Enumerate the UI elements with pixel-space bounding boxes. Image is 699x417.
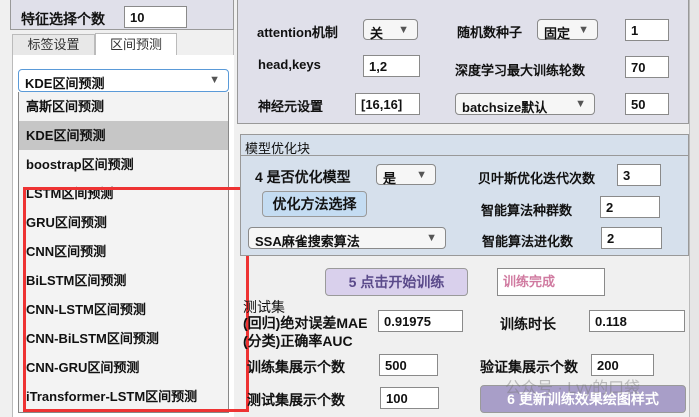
chevron-down-icon: ▼ bbox=[578, 24, 589, 36]
interval-method-select[interactable]: KDE区间预测 ▼ bbox=[18, 69, 229, 92]
optimize-select[interactable]: 是 ▼ bbox=[376, 164, 436, 186]
epochs-input[interactable]: 70 bbox=[625, 56, 669, 78]
headkeys-label: head,keys bbox=[258, 57, 321, 72]
batchsize-select[interactable]: batchsize默认 ▼ bbox=[455, 93, 595, 115]
batchsize-input[interactable]: 50 bbox=[625, 93, 669, 115]
highlight-box bbox=[23, 187, 249, 412]
scrollbar[interactable] bbox=[689, 0, 699, 417]
feature-count-label: 特征选择个数 bbox=[21, 11, 105, 27]
population-label: 智能算法种群数 bbox=[481, 203, 573, 218]
generations-input[interactable]: 2 bbox=[601, 227, 662, 249]
training-time-label: 训练时长 bbox=[500, 316, 556, 332]
optimization-method-button[interactable]: 优化方法选择 bbox=[262, 191, 367, 217]
dropdown-option[interactable]: 高斯区间预测 bbox=[19, 92, 228, 121]
tab-label-settings[interactable]: 标签设置 bbox=[12, 34, 95, 56]
population-input[interactable]: 2 bbox=[600, 196, 660, 218]
chevron-down-icon: ▼ bbox=[416, 169, 427, 181]
epochs-label: 深度学习最大训练轮数 bbox=[455, 63, 586, 78]
left-panel: 特征选择个数 10 标签设置 区间预测 KDE区间预测 ▼ 高斯区间预测 KDE区… bbox=[0, 0, 249, 417]
tab-interval-prediction[interactable]: 区间预测 bbox=[95, 33, 177, 56]
seed-input[interactable]: 1 bbox=[625, 19, 669, 41]
neurons-label: 神经元设置 bbox=[258, 99, 324, 114]
watermark: 公众号 · Lvy的口袋 bbox=[505, 380, 641, 397]
seed-mode-value: 固定 bbox=[544, 26, 571, 41]
optimize-label: 4 是否优化模型 bbox=[255, 169, 351, 185]
test-show-label: 测试集展示个数 bbox=[247, 392, 345, 408]
train-show-label: 训练集展示个数 bbox=[247, 359, 345, 375]
bayes-input[interactable]: 3 bbox=[617, 164, 661, 186]
algorithm-select[interactable]: SSA麻雀搜索算法 ▼ bbox=[248, 227, 446, 249]
dropdown-option[interactable]: KDE区间预测 bbox=[19, 121, 228, 150]
batchsize-value: batchsize默认 bbox=[462, 100, 548, 115]
seed-mode-select[interactable]: 固定 ▼ bbox=[537, 19, 598, 41]
chevron-down-icon: ▼ bbox=[426, 232, 437, 244]
interval-method-value: KDE区间预测 bbox=[25, 76, 105, 91]
bayes-label: 贝叶斯优化迭代次数 bbox=[478, 171, 596, 186]
chevron-down-icon: ▼ bbox=[398, 24, 409, 36]
mae-input: 0.91975 bbox=[378, 310, 463, 332]
attention-value: 关 bbox=[370, 26, 384, 41]
neurons-input[interactable]: [16,16] bbox=[355, 93, 420, 115]
training-time-input: 0.118 bbox=[589, 310, 685, 332]
optimization-group-title: 模型优化块 bbox=[241, 135, 688, 156]
chevron-down-icon: ▼ bbox=[209, 74, 220, 86]
attention-select[interactable]: 关 ▼ bbox=[363, 19, 418, 41]
val-show-input[interactable]: 200 bbox=[591, 354, 654, 376]
chevron-down-icon: ▼ bbox=[575, 98, 586, 110]
algorithm-value: SSA麻雀搜索算法 bbox=[255, 234, 360, 249]
mae-label: (回归)绝对误差MAE bbox=[243, 315, 368, 331]
generations-label: 智能算法进化数 bbox=[482, 234, 574, 249]
auc-label: (分类)正确率AUC bbox=[243, 333, 353, 349]
headkeys-input[interactable]: 1,2 bbox=[363, 55, 420, 77]
attention-label: attention机制 bbox=[257, 25, 338, 40]
test-show-input[interactable]: 100 bbox=[380, 387, 439, 409]
training-status: 训练完成 bbox=[497, 268, 605, 296]
start-training-button[interactable]: 5 点击开始训练 bbox=[325, 268, 468, 296]
dropdown-option[interactable]: boostrap区间预测 bbox=[19, 150, 228, 179]
seed-label: 随机数种子 bbox=[457, 25, 523, 40]
feature-count-input[interactable]: 10 bbox=[124, 6, 187, 28]
train-show-input[interactable]: 500 bbox=[379, 354, 438, 376]
optimize-value: 是 bbox=[383, 171, 397, 186]
